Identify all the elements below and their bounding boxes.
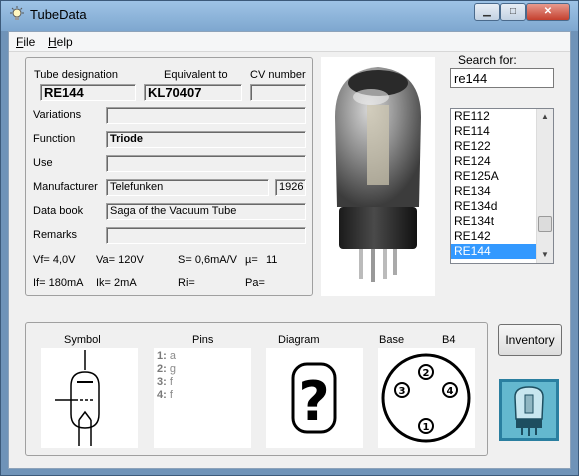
spec-vf: Vf= 4,0V [33,254,76,266]
scroll-thumb[interactable] [538,216,552,232]
scroll-down-button[interactable]: ▼ [537,247,553,263]
function-field[interactable]: Triode [106,131,306,148]
variations-field[interactable] [106,107,306,124]
databook-field[interactable]: Saga of the Vacuum Tube [106,203,306,220]
tube-details-group: Tube designation Equivalent to CV number… [25,57,313,296]
logo-icon[interactable] [499,379,559,441]
list-item[interactable]: RE125A [451,169,537,184]
spec-if: If= 180mA [33,277,84,289]
list-item[interactable]: RE124 [451,154,537,169]
symbol-label: Symbol [64,334,101,346]
list-item[interactable]: RE134 [451,184,537,199]
pin-row: 4: f [157,389,173,401]
list-item[interactable]: RE114 [451,124,537,139]
remarks-label: Remarks [33,229,78,241]
inventory-button[interactable]: Inventory [498,324,562,356]
maximize-button[interactable]: □ [500,3,526,21]
cv-number-field[interactable] [250,84,306,101]
spec-s: S= 0,6mA/V [178,254,238,266]
year-field[interactable]: 1926 [275,179,306,196]
list-item[interactable]: RE144 [451,244,537,259]
minimize-button[interactable]: ▁ [474,3,500,21]
list-item[interactable]: RE122 [451,139,537,154]
pins-label: Pins [192,334,214,346]
base-type-label: B4 [442,334,456,346]
spec-ri: Ri= [178,277,195,289]
designation-field[interactable]: RE144 [40,84,136,101]
window-title: TubeData [30,7,87,22]
spec-mu-value: 11 [266,254,278,266]
use-field[interactable] [106,155,306,172]
maximize-icon: □ [509,6,517,17]
scroll-up-button[interactable]: ▲ [537,109,553,125]
designation-label: Tube designation [34,69,118,81]
diagrams-group: Symbol Pins Diagram Base B4 1: a 2: g 3:… [25,322,488,456]
base-socket-icon: 2 3 4 1 [378,348,475,448]
use-label: Use [33,157,53,169]
search-input[interactable] [450,68,554,88]
remarks-field[interactable] [106,227,306,244]
spec-ik: Ik= 2mA [96,277,137,289]
svg-text:1: 1 [423,422,430,433]
diagram-label: Diagram [278,334,320,346]
databook-label: Data book [33,205,84,217]
minimize-icon: ▁ [483,6,491,17]
svg-text:2: 2 [423,368,430,379]
svg-text:4: 4 [447,386,454,397]
manufacturer-field[interactable]: Telefunken [106,179,269,196]
list-item[interactable]: RE134d [451,199,537,214]
pins-panel: 1: a 2: g 3: f 4: f [154,348,251,448]
lightbulb-icon [10,6,24,20]
pin-row: 2: g [157,363,176,375]
app-window: TubeData ▁ □ ✕ File Help Tube designatio… [0,0,579,476]
manufacturer-label: Manufacturer [33,181,98,193]
equivalent-field[interactable]: KL70407 [144,84,242,101]
title-bar[interactable]: TubeData ▁ □ ✕ [1,1,578,31]
list-item[interactable]: RE142 [451,229,537,244]
tube-symbol-icon [41,348,138,448]
spec-pa: Pa= [245,277,265,289]
chevron-up-icon: ▲ [541,112,549,121]
list-item[interactable]: RE112 [451,109,537,124]
function-label: Function [33,133,76,145]
menu-bar: File Help [9,32,570,52]
svg-text:?: ? [298,370,329,433]
menu-help[interactable]: Help [48,35,73,49]
list-scrollbar[interactable]: ▲ ▼ [536,109,553,263]
search-label: Search for: [458,53,517,67]
close-button[interactable]: ✕ [526,3,570,21]
vacuum-tube-photo [321,57,435,296]
spec-mu: µ= [245,254,258,266]
tube-list: RE112 RE114 RE122 RE124 RE125A RE134 RE134d RE1… [451,109,537,259]
list-item[interactable]: RE134t [451,214,537,229]
equivalent-label: Equivalent to [164,69,228,81]
variations-label: Variations [33,109,82,121]
diagram-panel: ? [266,348,363,448]
client-area: File Help Tube designation Equivalent to… [8,31,571,469]
cv-number-label: CV number [250,69,306,81]
base-label: Base [379,334,405,346]
menu-file[interactable]: File [16,35,35,49]
pin-row: 1: a [157,350,176,362]
close-icon: ✕ [543,6,553,17]
spec-va: Va= 120V [96,254,144,266]
pin-row: 3: f [157,376,173,388]
question-mark-icon: ? [291,362,337,434]
svg-text:3: 3 [399,386,406,397]
tube-listbox[interactable]: RE112 RE114 RE122 RE124 RE125A RE134 RE134d RE1… [450,108,554,264]
chevron-down-icon: ▼ [541,250,549,259]
